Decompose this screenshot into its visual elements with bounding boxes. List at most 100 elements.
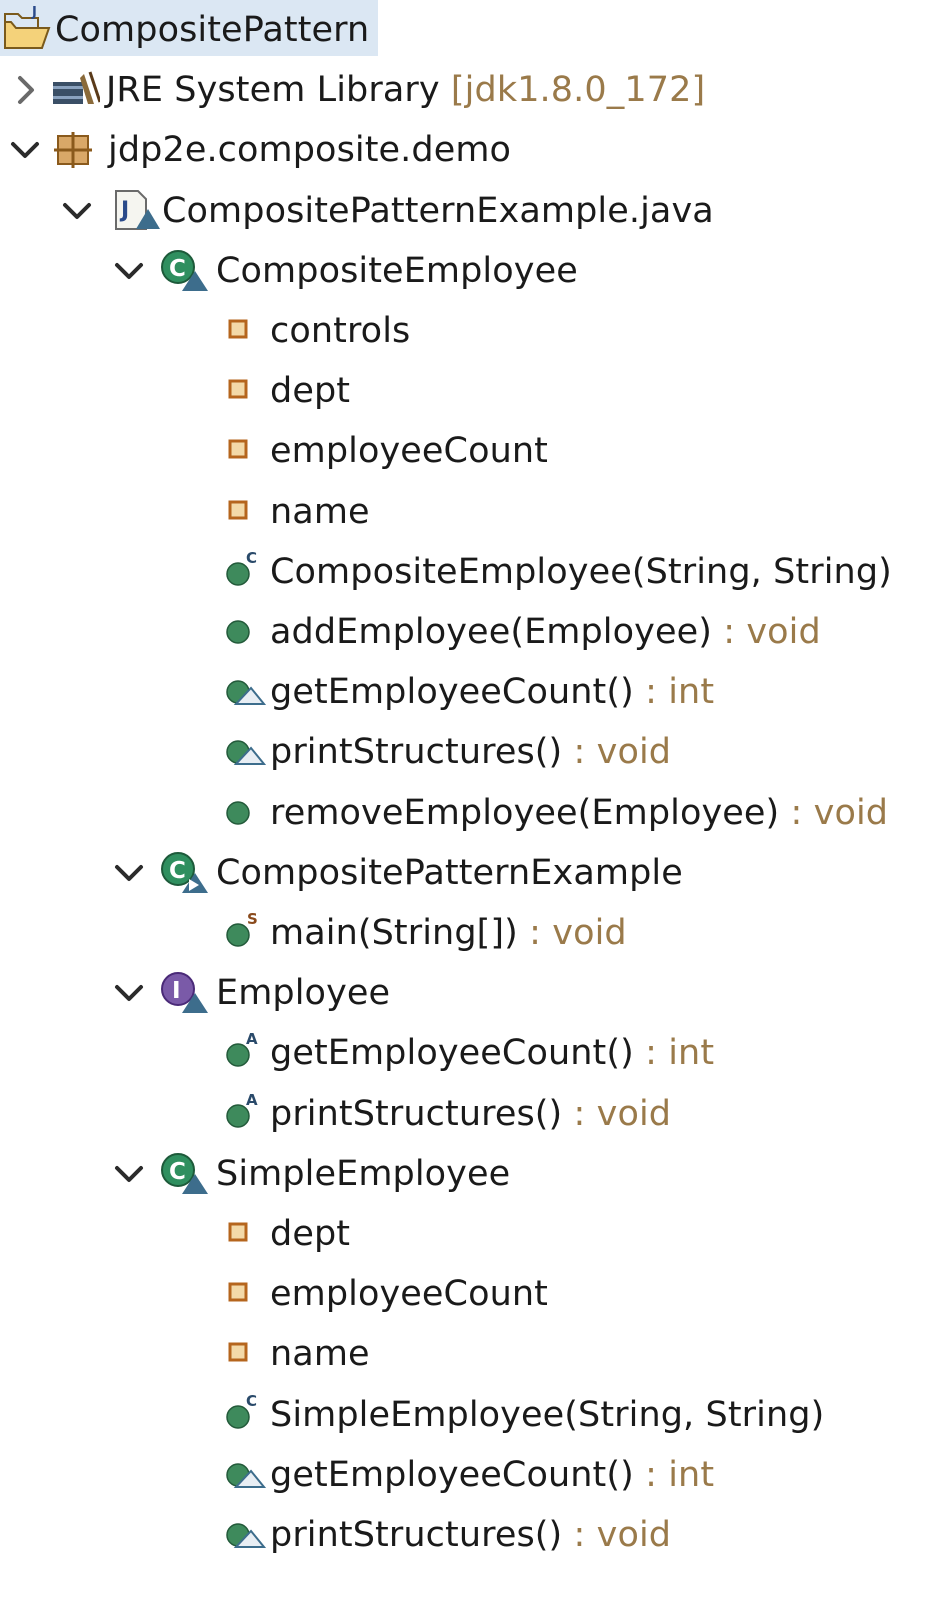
svg-text:A: A xyxy=(246,1030,258,1048)
package-explorer-tree: J CompositePattern JRE System Library [j… xyxy=(0,0,945,1604)
chevron-down-icon[interactable] xyxy=(112,1157,146,1191)
tree-item-label: name xyxy=(270,488,370,536)
tree-item-label: Employee xyxy=(216,969,390,1017)
tree-item-label: JRE System Library [jdk1.8.0_172] xyxy=(106,66,705,114)
tree-item-name: name xyxy=(270,491,370,532)
tree-item-name: CompositePatternExample xyxy=(216,852,683,893)
tree-item[interactable]: controls xyxy=(0,301,945,361)
main-class-icon: C xyxy=(158,847,208,897)
private-field-icon xyxy=(222,486,272,536)
chevron-down-icon[interactable] xyxy=(112,976,146,1010)
tree-item-name: name xyxy=(270,1334,370,1375)
tree-item-label: controls xyxy=(270,307,410,355)
tree-item[interactable]: addEmployee(Employee) : void xyxy=(0,602,945,662)
private-field-icon xyxy=(222,1208,272,1258)
svg-text:C: C xyxy=(169,858,186,884)
tree-item-label: CompositePatternExample.java xyxy=(162,187,714,235)
svg-text:C: C xyxy=(246,549,257,567)
tree-item-label: SimpleEmployee(String, String) xyxy=(270,1391,824,1439)
public-method-icon xyxy=(222,787,272,837)
tree-item[interactable]: JRE System Library [jdk1.8.0_172] xyxy=(0,60,945,120)
tree-item[interactable]: removeEmployee(Employee) : void xyxy=(0,783,945,843)
tree-item-label: getEmployeeCount() : int xyxy=(270,668,714,716)
private-field-icon xyxy=(222,425,272,475)
tree-item-label: main(String[]) : void xyxy=(270,909,627,957)
tree-item-decoration: : void xyxy=(779,792,889,833)
tree-item-label: CompositeEmployee(String, String) xyxy=(270,548,892,596)
svg-text:J: J xyxy=(119,198,129,223)
tree-item-name: SimpleEmployee(String, String) xyxy=(270,1394,825,1435)
tree-item-name: printStructures() xyxy=(270,732,563,773)
tree-item-decoration: : void xyxy=(562,732,672,773)
svg-text:A: A xyxy=(246,1091,258,1109)
tree-item-name: getEmployeeCount() xyxy=(270,1033,634,1074)
tree-item[interactable]: C CompositeEmployee(String, String) xyxy=(0,542,945,602)
tree-item-label: CompositePattern xyxy=(55,6,369,54)
svg-text:C: C xyxy=(169,1159,186,1185)
tree-item[interactable]: J CompositePatternExample.java xyxy=(0,181,945,241)
private-field-icon xyxy=(222,365,272,415)
tree-item-label: printStructures() : void xyxy=(270,1511,671,1559)
override-method-icon xyxy=(222,1509,272,1559)
tree-item[interactable]: printStructures() : void xyxy=(0,1505,945,1565)
tree-item-name: employeeCount xyxy=(270,431,549,472)
tree-item[interactable]: dept xyxy=(0,361,945,421)
tree-item-decoration: : int xyxy=(633,672,715,713)
tree-item[interactable]: C CompositeEmployee xyxy=(0,241,945,301)
tree-item-label: removeEmployee(Employee) : void xyxy=(270,789,888,837)
tree-item[interactable]: C SimpleEmployee xyxy=(0,1144,945,1204)
tree-item-name: CompositeEmployee xyxy=(216,250,578,291)
tree-item-decoration: : void xyxy=(562,1093,672,1134)
tree-item[interactable]: A printStructures() : void xyxy=(0,1084,945,1144)
tree-item[interactable]: C SimpleEmployee(String, String) xyxy=(0,1385,945,1445)
tree-item[interactable]: A getEmployeeCount() : int xyxy=(0,1023,945,1083)
tree-item-name: main(String[]) xyxy=(270,913,518,953)
tree-item-name: printStructures() xyxy=(270,1093,563,1134)
tree-item-decoration: : int xyxy=(633,1454,715,1495)
tree-item[interactable]: employeeCount xyxy=(0,421,945,481)
tree-item[interactable]: employeeCount xyxy=(0,1264,945,1324)
tree-item-label: CompositeEmployee xyxy=(216,247,578,295)
tree-item-label: SimpleEmployee xyxy=(216,1150,510,1198)
tree-item-name: employeeCount xyxy=(270,1274,549,1315)
tree-item[interactable]: I Employee xyxy=(0,963,945,1023)
library-icon xyxy=(50,64,102,114)
chevron-down-icon[interactable] xyxy=(8,133,42,167)
tree-item[interactable]: name xyxy=(0,1324,945,1384)
tree-item-label: getEmployeeCount() : int xyxy=(270,1029,714,1077)
chevron-right-icon[interactable] xyxy=(8,73,42,107)
chevron-down-icon[interactable] xyxy=(112,254,146,288)
chevron-down-icon[interactable] xyxy=(112,856,146,890)
tree-item[interactable]: C CompositePatternExample xyxy=(0,843,945,903)
tree-item-name: CompositeEmployee(String, String) xyxy=(270,551,892,592)
private-field-icon xyxy=(222,305,272,355)
tree-item-label: jdp2e.composite.demo xyxy=(108,126,511,174)
tree-item-name: jdp2e.composite.demo xyxy=(108,130,512,171)
tree-item[interactable]: name xyxy=(0,482,945,542)
tree-item[interactable]: dept xyxy=(0,1204,945,1264)
tree-item-decoration: : void xyxy=(517,913,627,953)
constructor-icon: C xyxy=(222,546,272,596)
override-method-icon xyxy=(222,726,272,776)
tree-item[interactable]: jdp2e.composite.demo xyxy=(0,120,945,180)
svg-text:I: I xyxy=(172,978,181,1004)
svg-text:C: C xyxy=(246,1392,257,1410)
tree-item-label: dept xyxy=(270,367,350,415)
chevron-down-icon[interactable] xyxy=(60,194,94,228)
svg-text:J: J xyxy=(31,5,37,20)
tree-item[interactable]: S main(String[]) : void xyxy=(0,903,945,963)
tree-item[interactable]: getEmployeeCount() : int xyxy=(0,1445,945,1505)
svg-text:S: S xyxy=(247,910,258,928)
tree-item[interactable]: getEmployeeCount() : int xyxy=(0,662,945,722)
tree-item-name: getEmployeeCount() xyxy=(270,672,634,713)
tree-item-name: removeEmployee(Employee) xyxy=(270,792,780,833)
abstract-method-icon: A xyxy=(222,1088,272,1138)
private-field-icon xyxy=(222,1328,272,1378)
tree-item[interactable]: printStructures() : void xyxy=(0,722,945,782)
tree-item[interactable]: J CompositePattern xyxy=(0,0,945,60)
tree-item-label: printStructures() : void xyxy=(270,1090,671,1138)
tree-item-label: getEmployeeCount() : int xyxy=(270,1451,714,1499)
tree-item-name: dept xyxy=(270,371,351,412)
tree-item-label: name xyxy=(270,1330,370,1378)
tree-item-name: CompositePattern xyxy=(55,10,370,50)
